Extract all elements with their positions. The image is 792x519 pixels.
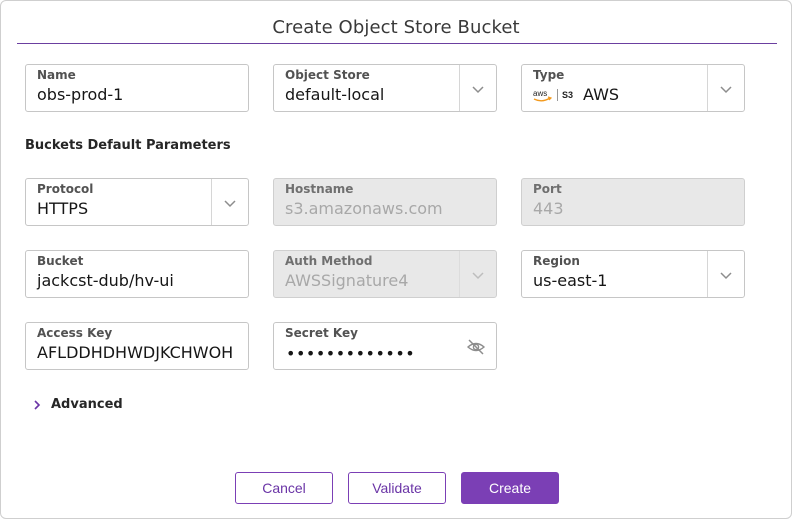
region-value: us-east-1 [533,271,608,290]
dropdown-separator [459,251,460,297]
dropdown-separator [211,179,212,225]
dropdown-separator [707,251,708,297]
name-field[interactable]: Name obs-prod-1 [25,64,249,112]
secret-key-value: ••••••••••••• [286,344,416,363]
type-select[interactable]: Type aws S3 AWS [521,64,745,112]
auth-method-label: Auth Method [285,254,373,268]
validate-button[interactable]: Validate [348,472,446,504]
object-store-label: Object Store [285,68,370,82]
title-divider [17,43,777,44]
auth-method-select: Auth Method AWSSignature4 [273,250,497,298]
type-value-group: aws S3 AWS [533,85,619,104]
port-field: Port 443 [521,178,745,226]
name-label: Name [37,68,76,82]
chevron-down-icon[interactable] [223,196,237,210]
section-title: Buckets Default Parameters [25,138,231,153]
secret-key-field[interactable]: Secret Key ••••••••••••• [273,322,497,370]
access-key-label: Access Key [37,326,113,340]
create-bucket-dialog: Create Object Store Bucket Name obs-prod… [0,0,792,519]
chevron-down-icon[interactable] [719,268,733,282]
hostname-label: Hostname [285,182,354,196]
svg-text:aws: aws [533,89,547,98]
protocol-label: Protocol [37,182,94,196]
create-button[interactable]: Create [461,472,559,504]
port-value: 443 [533,199,564,218]
region-label: Region [533,254,580,268]
chevron-down-icon [472,272,484,280]
bucket-field[interactable]: Bucket jackcst-dub/hv-ui [25,250,249,298]
port-label: Port [533,182,562,196]
aws-logo-icon: aws [533,89,553,101]
chevron-down-icon[interactable] [471,82,485,96]
type-label: Type [533,68,565,82]
name-value: obs-prod-1 [37,85,124,104]
dialog-title: Create Object Store Bucket [272,17,520,38]
s3-logo-icon: S3 [562,89,574,100]
access-key-value: AFLDDHDHWDJKCHWOH [37,343,234,362]
object-store-select[interactable]: Object Store default-local [273,64,497,112]
logo-divider [557,88,558,101]
chevron-down-icon[interactable] [719,82,733,96]
secret-key-label: Secret Key [285,326,358,340]
access-key-field[interactable]: Access Key AFLDDHDHWDJKCHWOH [25,322,249,370]
cancel-button[interactable]: Cancel [235,472,333,504]
auth-method-value: AWSSignature4 [285,271,409,290]
eye-off-icon[interactable] [466,337,486,357]
bucket-label: Bucket [37,254,84,268]
bucket-value: jackcst-dub/hv-ui [37,271,174,290]
dropdown-separator [459,65,460,111]
chevron-right-icon [34,399,41,410]
hostname-value: s3.amazonaws.com [285,199,443,218]
region-select[interactable]: Region us-east-1 [521,250,745,298]
advanced-label: Advanced [51,397,123,412]
protocol-value: HTTPS [37,199,89,218]
object-store-value: default-local [285,85,385,104]
advanced-toggle[interactable]: Advanced [33,397,123,412]
protocol-select[interactable]: Protocol HTTPS [25,178,249,226]
dropdown-separator [707,65,708,111]
type-value: AWS [583,85,620,104]
hostname-field: Hostname s3.amazonaws.com [273,178,497,226]
